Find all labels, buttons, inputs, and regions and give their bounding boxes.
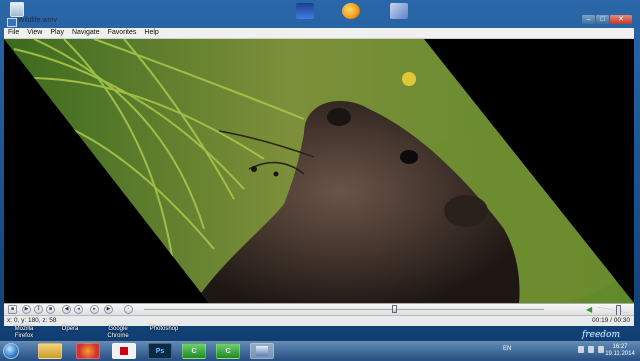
speaker-icon[interactable]: ◀ xyxy=(586,306,594,314)
desktop-label-firefox[interactable]: Mozilla Firefox xyxy=(10,326,38,340)
desktop-label-photoshop[interactable]: Photoshop xyxy=(144,326,184,333)
status-bar: x: 0, y: 180, z: 58 00:19 / 00:30 xyxy=(4,315,634,326)
stop-button[interactable]: ■ xyxy=(8,305,17,314)
taskbar-pdf-icon[interactable] xyxy=(112,343,136,359)
seek-bar[interactable] xyxy=(144,309,544,310)
minimize-button[interactable]: – xyxy=(582,15,595,24)
window-title: Wildlife.wmv xyxy=(18,17,57,24)
start-button[interactable] xyxy=(3,343,19,359)
network-icon[interactable] xyxy=(588,346,594,353)
rewind-button[interactable]: ◂ xyxy=(74,305,83,314)
desktop-label-opera[interactable]: Opera xyxy=(56,326,84,333)
desktop-shortcut-labels: Mozilla Firefox Opera Google Chrome Phot… xyxy=(10,326,210,340)
menu-file[interactable]: File xyxy=(4,28,23,38)
taskbar-camtasia-recorder-icon[interactable]: C xyxy=(216,343,240,359)
clock-date: 19.11.2014 xyxy=(605,351,635,357)
menu-help[interactable]: Help xyxy=(140,28,162,38)
fast-forward-button[interactable]: ▸ xyxy=(90,305,99,314)
frame-step-button[interactable]: ◦ xyxy=(124,305,133,314)
play-button[interactable]: ▶ xyxy=(22,305,31,314)
taskbar-camtasia-icon[interactable]: C xyxy=(182,343,206,359)
time-readout: 00:19 / 00:30 xyxy=(592,317,630,324)
clock-time: 16:27 xyxy=(612,344,628,350)
pause-button[interactable]: ‖ xyxy=(34,305,43,314)
taskbar-media-player-icon[interactable] xyxy=(250,343,274,359)
status-text: x: 0, y: 180, z: 58 xyxy=(7,317,57,324)
taskbar: Ps C C EN 16:27 19.11.2014 xyxy=(0,341,640,361)
language-indicator[interactable]: EN xyxy=(503,346,511,352)
title-bar[interactable]: Wildlife.wmv xyxy=(4,15,634,28)
clock[interactable]: 16:27 19.11.2014 xyxy=(604,344,636,358)
menu-bar: File View Play Navigate Favorites Help xyxy=(4,28,634,39)
seek-thumb[interactable] xyxy=(392,305,397,313)
menu-play[interactable]: Play xyxy=(46,28,68,38)
volume-slider[interactable] xyxy=(598,307,628,313)
taskbar-folder-icon[interactable] xyxy=(38,343,62,359)
previous-button[interactable]: ◀ xyxy=(62,305,71,314)
app-icon xyxy=(7,18,17,27)
close-button[interactable]: ✕ xyxy=(610,15,632,24)
next-button[interactable]: ▶ xyxy=(104,305,113,314)
system-tray xyxy=(578,346,604,353)
menu-favorites[interactable]: Favorites xyxy=(104,28,141,38)
video-area[interactable] xyxy=(4,39,634,303)
menu-navigate[interactable]: Navigate xyxy=(68,28,104,38)
video-frame xyxy=(4,39,634,303)
watermark-text: freedom xyxy=(582,330,620,340)
taskbar-photoshop-icon[interactable]: Ps xyxy=(148,343,172,359)
player-window: Wildlife.wmv – □ ✕ File View Play Naviga… xyxy=(4,15,634,326)
desktop-label-chrome[interactable]: Google Chrome xyxy=(104,326,132,340)
maximize-button[interactable]: □ xyxy=(596,15,609,24)
stop-playback-button[interactable]: ■ xyxy=(46,305,55,314)
menu-view[interactable]: View xyxy=(23,28,46,38)
tray-arrow-icon[interactable] xyxy=(578,346,584,353)
taskbar-firefox-icon[interactable] xyxy=(76,343,100,359)
window-controls: – □ ✕ xyxy=(582,15,632,24)
